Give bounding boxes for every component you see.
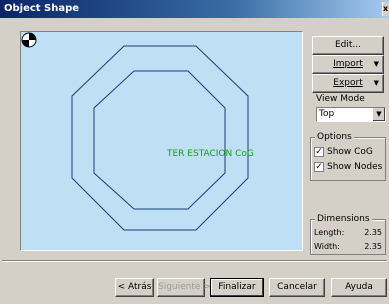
import-button[interactable]: Import ▼	[312, 55, 384, 74]
cog-label: TER ESTACION CoG	[167, 149, 254, 159]
dropdown-arrow-icon: ▼	[373, 60, 379, 68]
chevron-down-icon: ▼	[372, 108, 385, 121]
dimensions-title: Dimensions	[315, 214, 372, 224]
view-mode-label: View Mode	[316, 94, 365, 104]
export-button[interactable]: Export ▼	[312, 74, 384, 93]
help-button[interactable]: Ayuda	[331, 278, 387, 297]
dropdown-arrow-icon: ▼	[373, 79, 379, 87]
title-bar: Object Shape x	[0, 0, 389, 18]
octagon-outline	[71, 45, 249, 231]
next-button[interactable]: Siguiente >	[157, 278, 211, 297]
show-cog-checkbox[interactable]: ✓ Show CoG	[314, 146, 373, 158]
width-row: Width: 2.35	[314, 242, 382, 251]
checkmark-icon: ✓	[314, 146, 324, 157]
shape-canvas[interactable]: TER ESTACION CoG	[20, 31, 303, 251]
view-mode-select[interactable]: Top ▼	[316, 107, 386, 122]
options-group: Options	[310, 132, 386, 181]
close-button[interactable]: x	[382, 2, 389, 16]
cog-marker-icon	[21, 32, 37, 48]
object-shape-dialog: Object Shape x TER ESTACION CoG Edit... …	[0, 0, 389, 304]
close-icon: x	[383, 4, 389, 13]
length-row: Length: 2.35	[314, 228, 382, 237]
edit-button[interactable]: Edit...	[312, 36, 384, 55]
options-title: Options	[315, 132, 354, 142]
finish-button[interactable]: Finalizar	[210, 278, 264, 297]
show-nodes-checkbox[interactable]: ✓ Show Nodes	[314, 161, 382, 173]
back-button[interactable]: < Atrás	[115, 278, 154, 297]
checkmark-icon: ✓	[314, 161, 324, 172]
footer-separator	[2, 260, 387, 262]
window-title: Object Shape	[4, 3, 80, 14]
cancel-button[interactable]: Cancelar	[269, 278, 325, 297]
